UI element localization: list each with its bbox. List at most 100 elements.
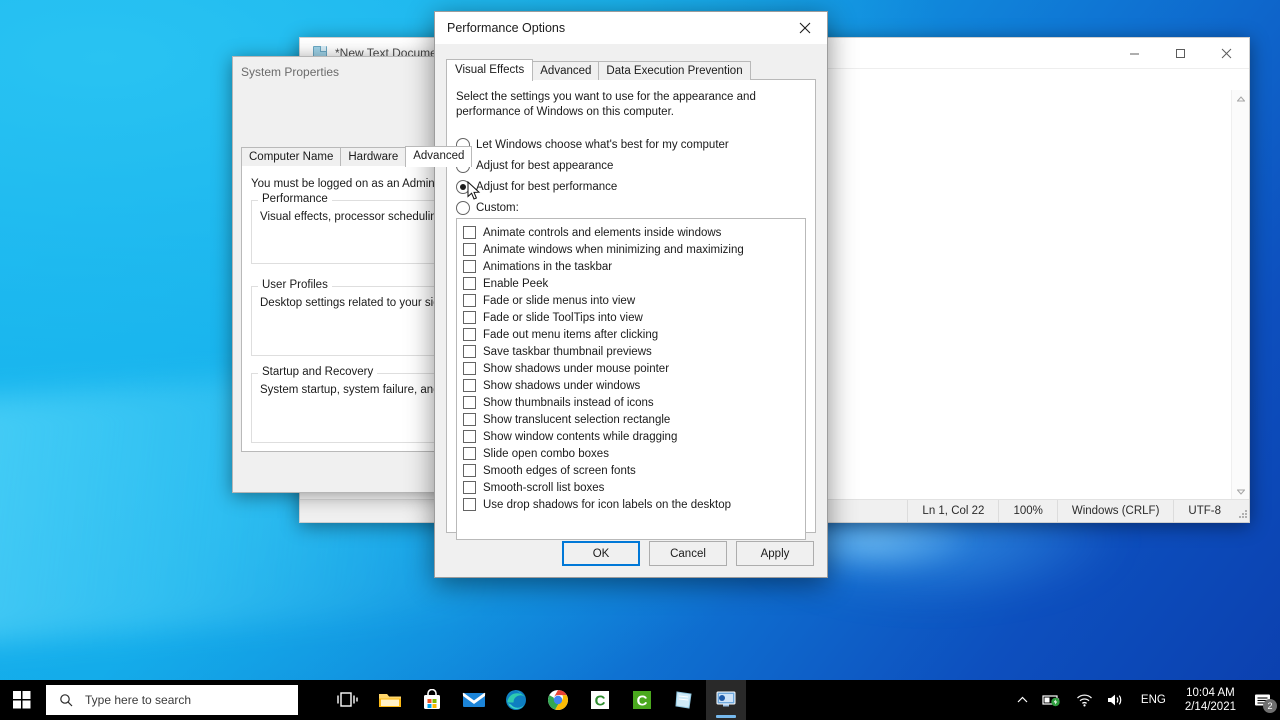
taskbar[interactable]: Type here to search C C ENG 10:04 AM 2/1…	[0, 680, 1280, 720]
apply-button[interactable]: Apply	[736, 541, 814, 566]
radio-best-appearance[interactable]: Adjust for best appearance	[456, 159, 613, 173]
file-explorer-button[interactable]	[370, 680, 410, 720]
system-properties-tabstrip[interactable]: Computer Name Hardware Advanced	[241, 145, 473, 167]
radio-let-windows-choose[interactable]: Let Windows choose what's best for my co…	[456, 138, 729, 152]
list-item[interactable]: Animate windows when minimizing and maxi…	[457, 241, 805, 258]
list-item[interactable]: Animate controls and elements inside win…	[457, 224, 805, 241]
list-item[interactable]: Fade or slide ToolTips into view	[457, 309, 805, 326]
tab-hardware[interactable]: Hardware	[340, 147, 407, 166]
microsoft-store-button[interactable]	[412, 680, 452, 720]
checkbox-icon[interactable]	[463, 396, 476, 409]
tab-advanced[interactable]: Advanced	[405, 146, 473, 167]
minimize-button[interactable]	[1111, 38, 1157, 68]
speaker-icon[interactable]	[1100, 680, 1132, 720]
task-view-icon	[337, 692, 358, 707]
list-item[interactable]: Smooth-scroll list boxes	[457, 479, 805, 496]
checkbox-icon[interactable]	[463, 413, 476, 426]
list-item[interactable]: Animations in the taskbar	[457, 258, 805, 275]
list-item[interactable]: Show shadows under mouse pointer	[457, 360, 805, 377]
notepad-taskbar-button[interactable]	[664, 680, 704, 720]
list-item[interactable]: Show window contents while dragging	[457, 428, 805, 445]
scroll-up-arrow-icon[interactable]	[1232, 90, 1249, 107]
checkbox-icon[interactable]	[463, 328, 476, 341]
list-item[interactable]: Show shadows under windows	[457, 377, 805, 394]
app-c-white-button[interactable]: C	[580, 680, 620, 720]
clock-date: 2/14/2021	[1184, 701, 1236, 713]
battery-icon[interactable]	[1035, 680, 1069, 720]
performance-options-titlebar[interactable]: Performance Options	[435, 12, 827, 44]
list-item-label: Show shadows under windows	[483, 379, 641, 392]
list-item[interactable]: Use drop shadows for icon labels on the …	[457, 496, 805, 513]
checkbox-icon[interactable]	[463, 481, 476, 494]
list-item[interactable]: Save taskbar thumbnail previews	[457, 343, 805, 360]
task-view-button[interactable]	[328, 680, 368, 720]
tab-visual-effects[interactable]: Visual Effects	[446, 59, 534, 81]
list-item-label: Show translucent selection rectangle	[483, 413, 671, 426]
notification-count-badge: 2	[1263, 699, 1277, 713]
checkbox-icon[interactable]	[463, 345, 476, 358]
checkbox-icon[interactable]	[463, 226, 476, 239]
performance-options-tabstrip[interactable]: Visual Effects Advanced Data Execution P…	[446, 59, 751, 81]
checkbox-icon[interactable]	[463, 498, 476, 511]
cancel-button[interactable]: Cancel	[649, 541, 727, 566]
mail-button[interactable]	[454, 680, 494, 720]
radio-best-performance[interactable]: Adjust for best performance	[456, 180, 617, 194]
notifications-button[interactable]: 2	[1246, 680, 1280, 720]
start-button[interactable]	[0, 680, 44, 720]
performance-options-dialog[interactable]: Performance Options Visual Effects Advan…	[434, 11, 828, 578]
tab-data-execution-prevention[interactable]: Data Execution Prevention	[598, 61, 751, 80]
list-item[interactable]: Fade out menu items after clicking	[457, 326, 805, 343]
list-item-label: Animate windows when minimizing and maxi…	[483, 243, 744, 256]
list-item-label: Fade out menu items after clicking	[483, 328, 659, 341]
group-user-profiles-label: User Profiles	[258, 279, 332, 291]
checkbox-icon[interactable]	[463, 464, 476, 477]
list-item[interactable]: Show thumbnails instead of icons	[457, 394, 805, 411]
tab-advanced[interactable]: Advanced	[532, 61, 600, 80]
search-placeholder: Type here to search	[85, 693, 192, 707]
search-input[interactable]: Type here to search	[46, 685, 298, 715]
checkbox-icon[interactable]	[463, 430, 476, 443]
checkbox-icon[interactable]	[463, 294, 476, 307]
status-zoom-level[interactable]: 100%	[998, 500, 1056, 522]
radio-custom[interactable]: Custom:	[456, 201, 519, 215]
status-encoding[interactable]: UTF-8	[1173, 500, 1235, 522]
notepad-scrollbar[interactable]	[1231, 90, 1249, 500]
checkbox-icon[interactable]	[463, 362, 476, 375]
visual-effects-intro-text: Select the settings you want to use for …	[456, 91, 756, 118]
language-indicator[interactable]: ENG	[1132, 680, 1175, 720]
maximize-button[interactable]	[1157, 38, 1203, 68]
scroll-down-arrow-icon[interactable]	[1232, 483, 1249, 500]
list-item-label: Show window contents while dragging	[483, 430, 678, 443]
checkbox-icon[interactable]	[463, 260, 476, 273]
list-item[interactable]: Slide open combo boxes	[457, 445, 805, 462]
wifi-icon[interactable]	[1069, 680, 1100, 720]
checkbox-icon[interactable]	[463, 243, 476, 256]
system-monitor-icon	[716, 691, 736, 707]
checkbox-icon[interactable]	[463, 447, 476, 460]
tab-computer-name[interactable]: Computer Name	[241, 147, 342, 166]
visual-effects-list[interactable]: Animate controls and elements inside win…	[456, 218, 806, 540]
clock[interactable]: 10:04 AM 2/14/2021	[1175, 680, 1246, 720]
list-item[interactable]: Smooth edges of screen fonts	[457, 462, 805, 479]
list-item-label: Show shadows under mouse pointer	[483, 362, 670, 375]
list-item[interactable]: Enable Peek	[457, 275, 805, 292]
checkbox-icon[interactable]	[463, 379, 476, 392]
system-properties-taskbar-button[interactable]	[706, 680, 746, 720]
resize-grip-icon[interactable]	[1235, 500, 1249, 522]
google-chrome-button[interactable]	[538, 680, 578, 720]
group-user-profiles-description: Desktop settings related to your sign-in	[260, 297, 459, 309]
radio-label: Adjust for best appearance	[476, 160, 614, 172]
app-c-green-button[interactable]: C	[622, 680, 662, 720]
show-hidden-icons-button[interactable]	[1010, 680, 1035, 720]
close-icon[interactable]	[782, 12, 827, 44]
checkbox-icon[interactable]	[463, 311, 476, 324]
checkbox-icon[interactable]	[463, 277, 476, 290]
list-item[interactable]: Fade or slide menus into view	[457, 292, 805, 309]
list-item-label: Slide open combo boxes	[483, 447, 609, 460]
system-tray: ENG 10:04 AM 2/14/2021 2	[1010, 680, 1280, 720]
microsoft-edge-button[interactable]	[496, 680, 536, 720]
status-line-ending[interactable]: Windows (CRLF)	[1056, 500, 1174, 522]
list-item[interactable]: Show translucent selection rectangle	[457, 411, 805, 428]
close-button[interactable]	[1203, 38, 1249, 68]
ok-button[interactable]: OK	[562, 541, 640, 566]
